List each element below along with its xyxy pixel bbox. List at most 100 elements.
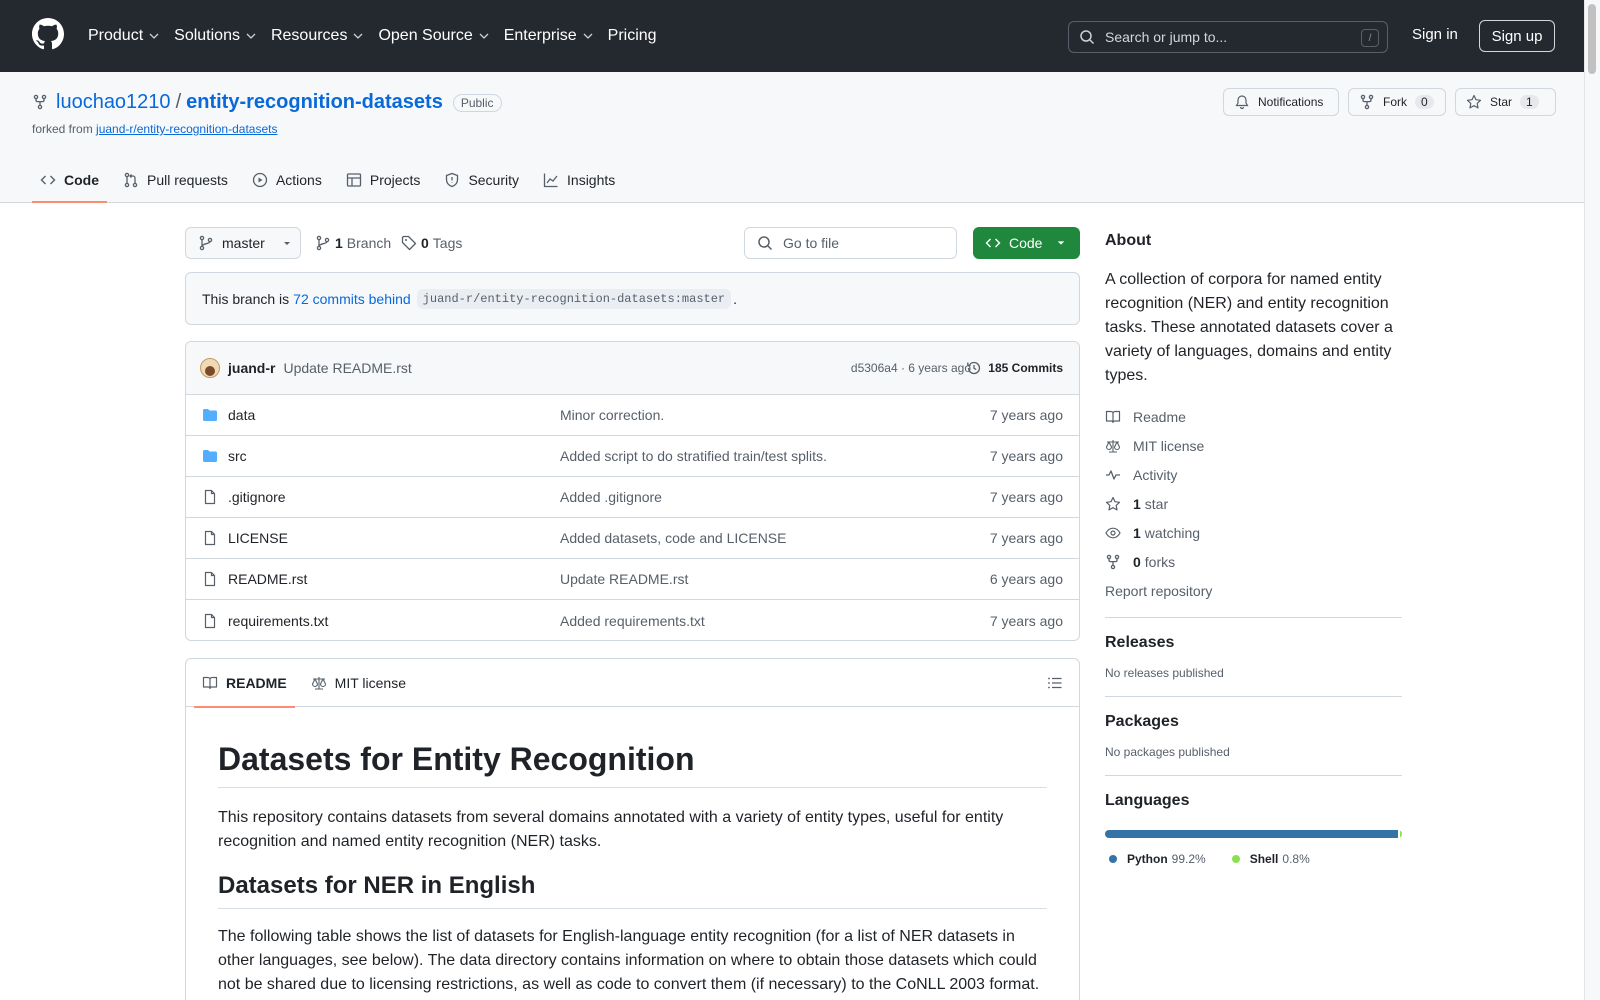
commits-history-link[interactable]: 185 Commits xyxy=(966,360,1063,376)
file-commit-message-link[interactable]: Update README.rst xyxy=(560,571,688,587)
tab-license[interactable]: MIT license xyxy=(303,659,414,707)
go-to-file-placeholder: Go to file xyxy=(783,235,840,251)
page-scrollbar[interactable] xyxy=(1584,0,1600,1000)
tab-insights[interactable]: Insights xyxy=(535,160,623,200)
tab-readme[interactable]: README xyxy=(194,659,295,708)
graph-icon xyxy=(543,173,558,188)
nav-resources[interactable]: Resources xyxy=(271,22,364,50)
tab-projects[interactable]: Projects xyxy=(338,160,429,200)
branch-select-button[interactable]: master xyxy=(185,227,301,259)
file-icon xyxy=(204,571,216,587)
fork-button[interactable]: Fork 0 xyxy=(1348,88,1446,116)
repo-name-link[interactable]: entity-recognition-datasets xyxy=(186,91,443,114)
forked-from-link[interactable]: juand-r/entity-recognition-datasets xyxy=(96,122,277,136)
report-repository-link[interactable]: Report repository xyxy=(1105,576,1402,605)
commit-message-link[interactable]: Update README.rst xyxy=(283,360,411,376)
file-name-link[interactable]: requirements.txt xyxy=(228,613,328,629)
language-item[interactable]: Shell 0.8% xyxy=(1228,852,1310,866)
stars-link[interactable]: 1 star xyxy=(1105,489,1402,518)
history-icon xyxy=(967,361,981,375)
law-scale-icon xyxy=(1105,439,1121,453)
nav-solutions[interactable]: Solutions xyxy=(174,22,257,50)
file-name-link[interactable]: LICENSE xyxy=(228,530,288,546)
tab-label: README xyxy=(226,674,287,691)
file-commit-message-link[interactable]: Added datasets, code and LICENSE xyxy=(560,530,786,546)
file-name-link[interactable]: .gitignore xyxy=(228,489,286,505)
nav-label: Enterprise xyxy=(503,27,577,44)
sign-in-link[interactable]: Sign in xyxy=(1412,26,1458,43)
language-item[interactable]: Python 99.2% xyxy=(1105,852,1206,866)
book-icon xyxy=(1105,410,1121,423)
file-name-link[interactable]: src xyxy=(228,448,247,464)
tab-code[interactable]: Code xyxy=(32,160,107,203)
global-header: Product Solutions Resources Open Source … xyxy=(0,0,1584,72)
file-row: src Added script to do stratified train/t… xyxy=(186,436,1079,477)
file-row: requirements.txt Added requirements.txt 7 … xyxy=(186,600,1079,640)
star-button[interactable]: Star 1 xyxy=(1455,88,1556,116)
file-commit-message-link[interactable]: Added script to do stratified train/test… xyxy=(560,448,827,464)
law-scale-icon xyxy=(311,676,326,690)
language-percent: 0.8% xyxy=(1282,852,1310,866)
star-count: 1 xyxy=(1520,95,1539,109)
sign-up-button[interactable]: Sign up xyxy=(1479,20,1555,52)
forks-count: 0 xyxy=(1133,553,1141,570)
branch-behind-notice: This branch is 72 commits behind juand-r… xyxy=(185,272,1080,325)
activity-link[interactable]: Activity xyxy=(1105,460,1402,489)
tab-pull-requests[interactable]: Pull requests xyxy=(115,160,236,200)
branch-icon xyxy=(199,235,213,251)
releases-heading[interactable]: Releases xyxy=(1105,634,1402,652)
nav-pricing[interactable]: Pricing xyxy=(608,22,657,50)
readme-link[interactable]: Readme xyxy=(1105,402,1402,431)
caret-down-icon xyxy=(283,242,290,245)
readme-panel: README MIT license Datasets for Entity R… xyxy=(185,658,1080,1000)
star-icon xyxy=(1105,496,1121,510)
list-unordered-icon[interactable] xyxy=(1047,675,1063,691)
packages-heading[interactable]: Packages xyxy=(1105,713,1402,731)
notifications-button[interactable]: Notifications xyxy=(1223,88,1339,116)
tab-label: Security xyxy=(468,172,520,188)
nav-product[interactable]: Product xyxy=(88,22,160,50)
divider xyxy=(1105,775,1402,776)
branches-link[interactable]: 1 Branch xyxy=(315,235,391,251)
readme-section-heading: Datasets for NER in English xyxy=(218,872,1047,909)
commit-meta[interactable]: d5306a4 · 6 years ago xyxy=(851,361,971,375)
tab-label: Projects xyxy=(369,172,421,188)
code-dropdown-button[interactable]: Code xyxy=(973,227,1080,259)
nav-open-source[interactable]: Open Source xyxy=(378,22,489,50)
file-commit-message-link[interactable]: Minor correction. xyxy=(560,407,664,423)
license-link[interactable]: MIT license xyxy=(1105,431,1402,460)
branch-count: 1 xyxy=(335,235,343,251)
nav-enterprise[interactable]: Enterprise xyxy=(504,22,594,50)
search-icon xyxy=(1080,30,1095,45)
license-link-label: MIT license xyxy=(1133,437,1205,454)
file-row: .gitignore Added .gitignore 7 years ago xyxy=(186,477,1079,518)
search-shortcut-hint: / xyxy=(1361,29,1379,47)
github-logo-icon[interactable] xyxy=(32,18,64,50)
folder-icon xyxy=(203,450,217,462)
file-row: LICENSE Added datasets, code and LICENSE 7… xyxy=(186,518,1079,559)
watchers-link[interactable]: 1 watching xyxy=(1105,518,1402,547)
tags-link[interactable]: 0 Tags xyxy=(401,235,462,251)
search-input[interactable]: Search or jump to... / xyxy=(1068,21,1388,53)
file-name-link[interactable]: README.rst xyxy=(228,571,307,587)
forks-link[interactable]: 0 forks xyxy=(1105,547,1402,576)
file-commit-date: 7 years ago xyxy=(989,530,1063,546)
go-to-file-input[interactable]: Go to file xyxy=(744,227,957,259)
tab-security[interactable]: Security xyxy=(436,160,527,200)
readme-section-paragraph: The following table shows the list of da… xyxy=(218,928,1040,993)
file-commit-message-link[interactable]: Added requirements.txt xyxy=(560,613,705,629)
tag-count: 0 xyxy=(421,235,429,251)
file-commit-date: 6 years ago xyxy=(989,571,1063,587)
commit-author-link[interactable]: juand-r xyxy=(228,360,275,376)
file-name-link[interactable]: data xyxy=(228,407,255,423)
file-commit-message-link[interactable]: Added .gitignore xyxy=(560,489,662,505)
repo-owner-link[interactable]: luochao1210 xyxy=(56,91,171,114)
scrollbar-thumb[interactable] xyxy=(1588,4,1596,74)
file-commit-date: 7 years ago xyxy=(989,448,1063,464)
nav-label: Resources xyxy=(270,27,348,44)
tab-actions[interactable]: Actions xyxy=(244,160,330,200)
pull-request-icon xyxy=(124,172,138,188)
avatar[interactable] xyxy=(200,358,220,378)
commits-behind-link[interactable]: 72 commits behind xyxy=(293,291,411,307)
fork-label: Fork xyxy=(1383,95,1407,109)
